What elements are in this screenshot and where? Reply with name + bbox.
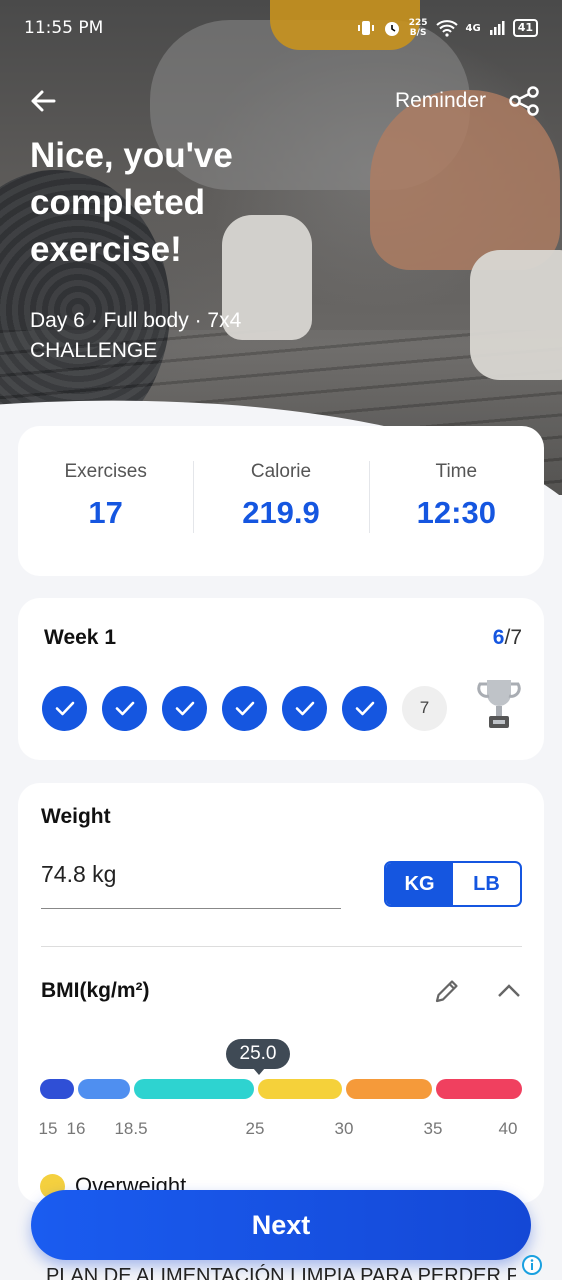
week-progress-card: Week 1 6/7 7 (18, 598, 544, 760)
bmi-segment (40, 1079, 74, 1099)
bmi-segment (436, 1079, 522, 1099)
nav-actions: Reminder (395, 85, 540, 117)
week-title: Week 1 (44, 626, 116, 649)
weight-input[interactable]: 74.8 kg (41, 861, 341, 909)
bmi-tick-label: 16 (66, 1119, 86, 1138)
stat-label: Time (435, 461, 478, 482)
workout-subtitle: Day 6 · Full body · 7x4 CHALLENGE (30, 306, 241, 366)
day-completed[interactable] (102, 685, 147, 731)
bmi-value-indicator: 25.0 (226, 1039, 290, 1075)
stat-calorie: Calorie 219.9 (193, 461, 368, 541)
bmi-segment (134, 1079, 254, 1099)
bmi-tick-label: 15 (38, 1119, 58, 1138)
check-icon (295, 701, 314, 716)
bmi-tick-label: 40 (498, 1119, 518, 1138)
weight-title: Weight (41, 805, 111, 828)
stat-value: 219.9 (242, 495, 320, 530)
day-completed[interactable] (222, 685, 267, 731)
arrow-left-icon[interactable] (28, 86, 58, 116)
info-icon[interactable] (521, 1254, 543, 1276)
week-count: 6/7 (493, 626, 522, 650)
chevron-up-icon[interactable] (496, 979, 522, 1005)
bmi-title: BMI(kg/m²) (41, 979, 150, 1002)
workout-type: CHALLENGE (30, 339, 158, 362)
day-completed[interactable] (342, 685, 387, 731)
workout-info: Day 6 · Full body · 7x4 (30, 309, 242, 332)
bmi-tick-label: 35 (423, 1119, 443, 1138)
network-speed: 225 B/S (408, 18, 428, 38)
network-type: 4G (465, 22, 481, 34)
check-icon (115, 701, 134, 716)
bmi-segment (346, 1079, 432, 1099)
day-completed[interactable] (42, 685, 87, 731)
reminder-button[interactable]: Reminder (395, 89, 486, 113)
bmi-tick-label: 18.5 (114, 1119, 148, 1138)
bmi-segment (78, 1079, 130, 1099)
battery-icon: 41 (512, 19, 538, 37)
next-button[interactable]: Next (31, 1190, 531, 1260)
page-title: Nice, you've completed exercise! (30, 136, 233, 269)
unit-kg-button[interactable]: KG (386, 863, 453, 905)
day-pending[interactable]: 7 (402, 685, 447, 731)
divider (41, 946, 522, 947)
stat-value: 17 (88, 495, 123, 530)
signal-icon (489, 21, 505, 35)
stat-label: Calorie (250, 461, 312, 482)
bmi-segment (258, 1079, 342, 1099)
stat-time: Time 12:30 (368, 461, 544, 541)
stat-exercises: Exercises 17 (18, 461, 193, 541)
status-bar: 11:55 PM 225 B/S 4G 41 (0, 0, 562, 56)
check-icon (235, 701, 254, 716)
bmi-tick-label: 30 (334, 1119, 354, 1138)
stats-card: Exercises 17 Calorie 219.9 Time 12:30 (18, 426, 544, 576)
check-icon (355, 701, 374, 716)
wifi-icon (435, 20, 458, 37)
trophy-icon (477, 680, 521, 728)
bmi-tick-label: 25 (245, 1119, 265, 1138)
ad-banner-text[interactable]: PLAN DE ALIMENTACIÓN LIMPIA PARA PERDER … (46, 1262, 516, 1280)
stat-value: 12:30 (416, 495, 496, 530)
status-icons: 225 B/S 4G 41 (357, 18, 538, 38)
weight-card: Weight 74.8 kg KG LB BMI(kg/m²) 25.0 15 1… (18, 783, 544, 1203)
week-total: /7 (504, 626, 522, 649)
day-completed[interactable] (162, 685, 207, 731)
bmi-scale-bar (40, 1079, 522, 1099)
alarm-icon (384, 22, 399, 36)
week-completed: 6 (492, 626, 505, 649)
check-icon (175, 701, 194, 716)
vibrate-icon (357, 21, 374, 35)
stat-label: Exercises (64, 461, 147, 482)
check-icon (55, 701, 74, 716)
status-time: 11:55 PM (24, 18, 104, 38)
share-icon[interactable] (508, 85, 540, 117)
shoe-graphic (470, 250, 562, 380)
unit-toggle: KG LB (384, 861, 522, 907)
day-list: 7 (42, 680, 522, 732)
day-completed[interactable] (282, 685, 327, 731)
top-nav: Reminder (0, 80, 562, 122)
pencil-icon[interactable] (432, 976, 462, 1006)
unit-lb-button[interactable]: LB (453, 863, 520, 905)
